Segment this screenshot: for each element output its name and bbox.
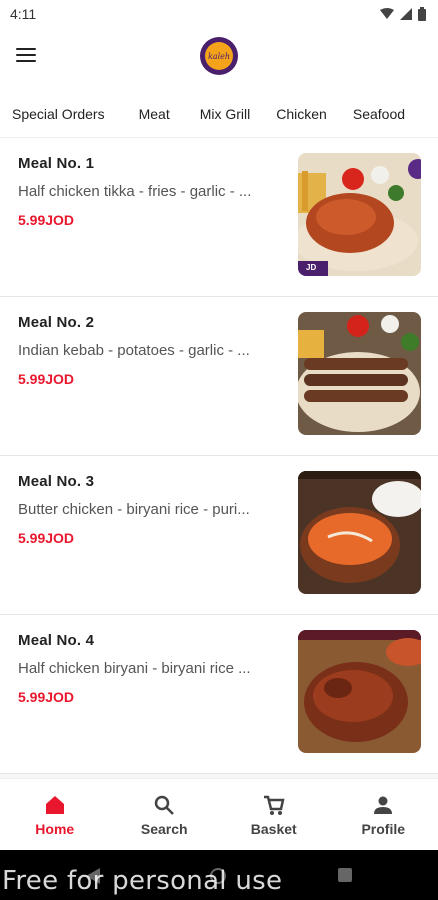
tab-mix-grill[interactable]: Mix Grill bbox=[192, 92, 265, 136]
meal-card[interactable]: Meal No. 3 Butter chicken - biryani rice… bbox=[0, 456, 438, 615]
recents-icon[interactable] bbox=[338, 868, 352, 882]
nav-search[interactable]: Search bbox=[110, 779, 220, 850]
meal-price: 5.99JOD bbox=[18, 530, 75, 546]
restaurant-logo: kaleh bbox=[200, 37, 238, 75]
nav-basket-label: Basket bbox=[250, 820, 297, 837]
wifi-icon bbox=[380, 8, 394, 19]
status-bar: 4:11 bbox=[0, 0, 438, 28]
meal-title: Meal No. 2 bbox=[18, 314, 95, 331]
tab-meat[interactable]: Meat bbox=[117, 92, 192, 136]
nav-profile-label: Profile bbox=[361, 820, 406, 837]
bottom-navigation: Home Search Basket Profile bbox=[0, 778, 438, 850]
battery-icon bbox=[418, 7, 426, 21]
meal-image bbox=[298, 630, 421, 753]
meal-card[interactable]: Meal No. 4 Half chicken biryani - biryan… bbox=[0, 615, 438, 774]
cart-icon bbox=[263, 795, 285, 815]
meal-title: Meal No. 1 bbox=[18, 155, 95, 172]
category-tabs: Special Orders Meat Mix Grill Chicken Se… bbox=[0, 92, 438, 136]
signal-icon bbox=[400, 8, 412, 20]
meal-price: 5.99JOD bbox=[18, 212, 75, 228]
tab-chicken[interactable]: Chicken bbox=[264, 92, 339, 136]
logo-text: kaleh bbox=[205, 42, 233, 70]
meal-card[interactable]: Meal No. 2 Indian kebab - potatoes - gar… bbox=[0, 297, 438, 456]
meal-price: 5.99JOD bbox=[18, 371, 75, 387]
menu-icon[interactable] bbox=[14, 44, 38, 68]
image-badge: JD bbox=[306, 263, 317, 272]
meal-list[interactable]: Meal No. 1 Half chicken tikka - fries - … bbox=[0, 138, 438, 778]
meal-title: Meal No. 4 bbox=[18, 632, 95, 649]
tab-seafood[interactable]: Seafood bbox=[339, 92, 417, 136]
meal-description: Indian kebab - potatoes - garlic - ... bbox=[18, 342, 250, 359]
meal-price: 5.99JOD bbox=[18, 689, 75, 705]
home-icon bbox=[45, 795, 64, 814]
meal-description: Half chicken tikka - fries - garlic - ..… bbox=[18, 183, 252, 200]
meal-image: JD bbox=[298, 153, 421, 276]
meal-image bbox=[298, 312, 421, 435]
nav-basket[interactable]: Basket bbox=[219, 779, 329, 850]
search-icon bbox=[155, 795, 175, 815]
nav-home-label: Home bbox=[35, 820, 75, 837]
meal-description: Half chicken biryani - biryani rice ... bbox=[18, 660, 251, 677]
nav-home[interactable]: Home bbox=[0, 779, 110, 850]
nav-profile[interactable]: Profile bbox=[329, 779, 438, 850]
meal-description: Butter chicken - biryani rice - puri... bbox=[18, 501, 250, 518]
status-time: 4:11 bbox=[10, 6, 37, 22]
meal-card[interactable]: Meal No. 1 Half chicken tikka - fries - … bbox=[0, 138, 438, 297]
app-bar: kaleh bbox=[0, 28, 438, 86]
meal-title: Meal No. 3 bbox=[18, 473, 95, 490]
person-icon bbox=[374, 796, 393, 814]
watermark-text: Free for personal use bbox=[2, 866, 283, 896]
meal-image bbox=[298, 471, 421, 594]
nav-search-label: Search bbox=[140, 820, 188, 837]
tab-special-orders[interactable]: Special Orders bbox=[0, 92, 117, 136]
